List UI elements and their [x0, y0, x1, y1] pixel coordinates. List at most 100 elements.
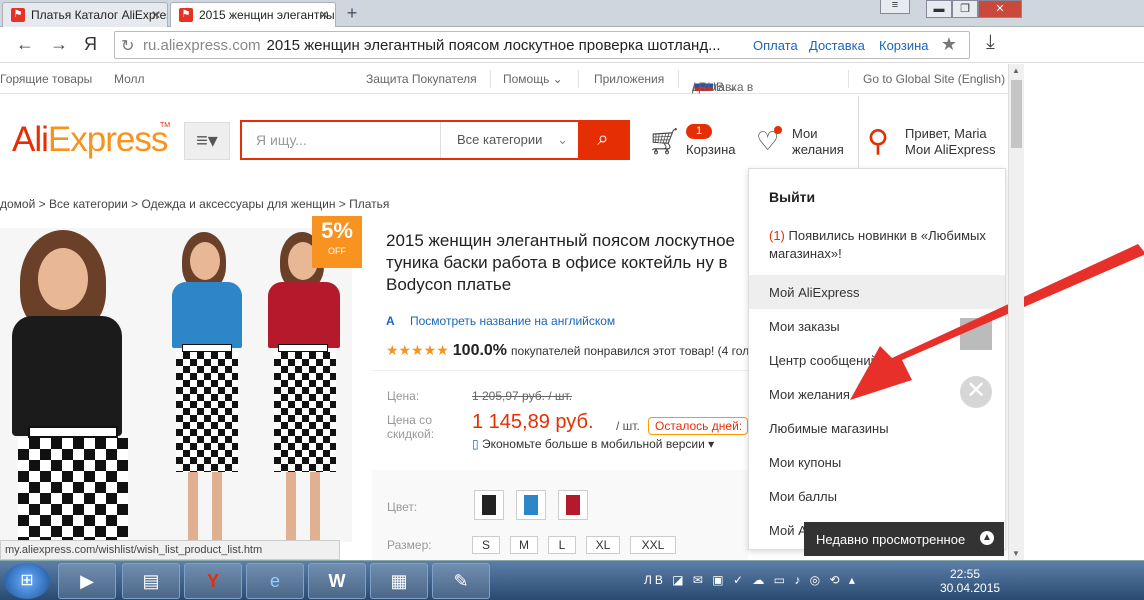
my-aliexpress-link[interactable]: Мои AliExpress — [905, 142, 996, 158]
tab-product[interactable]: ⚑ 2015 женщин элегантный ✕ — [170, 2, 336, 28]
address-bar-row: ← → Я ↻ ru.aliexpress.com 2015 женщин эле… — [0, 27, 1144, 63]
cart-link[interactable]: Корзина — [686, 142, 736, 157]
rating-percent: 100.0% — [452, 342, 508, 359]
back-arrow-icon[interactable]: ← — [16, 34, 34, 55]
taskbar-explorer[interactable]: ▤ — [122, 563, 180, 599]
yandex-icon[interactable]: Я — [84, 34, 97, 55]
aliexpress-logo[interactable]: AliExpress — [12, 120, 168, 160]
menu-my-points[interactable]: Мои баллы — [749, 479, 1005, 513]
rating-stars-icon: ★★★★★ — [386, 342, 449, 358]
chevron-down-icon: ⌄ — [557, 132, 568, 147]
help-menu[interactable]: Помощь ⌄ — [503, 72, 563, 86]
minimize-button[interactable]: ▬ — [926, 0, 952, 18]
sale-price: 1 145,89 руб. — [472, 411, 594, 433]
trademark-mark: TM — [160, 122, 171, 129]
search-category-select[interactable]: Все категории ⌄ — [440, 122, 578, 158]
reload-icon[interactable]: ↻ — [121, 36, 134, 56]
site-top-bar: Горящие товары Молл Защита Покупателя По… — [0, 64, 1008, 94]
search-button[interactable]: ⌕ — [578, 122, 628, 158]
menu-my-coupons[interactable]: Мои купоны — [749, 445, 1005, 479]
search-icon: ⌕ — [597, 128, 609, 150]
url-bar[interactable]: ↻ ru.aliexpress.com 2015 женщин элегантны… — [114, 31, 970, 59]
quick-link-payment[interactable]: Оплата — [753, 38, 798, 53]
search-bar: Я ищу... Все категории ⌄ ⌕ — [240, 120, 630, 160]
taskbar-paint[interactable]: ✎ — [432, 563, 490, 599]
sale-price-label: Цена со скидкой: — [387, 413, 435, 441]
product-image-gallery[interactable] — [0, 228, 352, 542]
size-option-xl[interactable]: XL — [586, 536, 620, 554]
quick-link-cart[interactable]: Корзина — [879, 38, 929, 53]
scroll-up-arrow-icon[interactable]: ▲ — [1012, 66, 1020, 75]
user-dropdown-menu: Выйти (1) Появились новинки в «Любимых м… — [748, 168, 1006, 550]
taskbar-media-player[interactable]: ▶ — [58, 563, 116, 599]
title-line: 2015 женщин элегантный поясом лоскутное — [386, 231, 736, 250]
restore-button[interactable]: ❐ — [952, 0, 978, 18]
side-panel-button[interactable] — [960, 318, 992, 350]
buyer-protection-link[interactable]: Защита Покупателя — [366, 72, 477, 86]
scroll-down-arrow-icon[interactable]: ▼ — [1012, 549, 1020, 558]
wishlist-link[interactable]: Мои желания — [792, 126, 852, 158]
color-swatch-blue[interactable] — [516, 490, 546, 520]
browser-menu-button[interactable]: ≡ — [880, 0, 910, 14]
category-menu-button[interactable]: ≡▾ — [184, 122, 230, 160]
window-close-button[interactable]: ✕ — [978, 0, 1022, 18]
mall-link[interactable]: Молл — [114, 72, 145, 86]
search-input[interactable]: Я ищу... — [256, 132, 307, 148]
currency-label: / RUB ⌄ — [692, 80, 738, 94]
color-swatch-black[interactable] — [474, 490, 504, 520]
size-option-xxl[interactable]: XXL — [630, 536, 676, 554]
new-tab-button[interactable]: + — [340, 4, 364, 24]
new-items-notice[interactable]: (1) Появились новинки в «Любимых магазин… — [769, 227, 989, 263]
mobile-savings-link[interactable]: ▯ Экономьте больше в мобильной версии ▾ — [472, 437, 714, 451]
browser-tab-strip: ⚑ Платья Каталог AliExpress ✕ ⚑ 2015 жен… — [0, 0, 1144, 28]
menu-my-aliexpress[interactable]: Мой AliExpress — [749, 275, 1005, 309]
page-scrollbar[interactable]: ▲ ▼ — [1008, 64, 1024, 560]
color-swatch-red[interactable] — [558, 490, 588, 520]
start-button[interactable]: ⊞ — [4, 563, 50, 599]
taskbar-calculator[interactable]: ▦ — [370, 563, 428, 599]
close-icon[interactable]: ✕ — [960, 376, 992, 408]
recently-viewed-bar[interactable]: Недавно просмотренное ▲ — [804, 522, 1004, 556]
global-site-link[interactable]: Go to Global Site (English) — [863, 72, 1005, 86]
old-price: 1 205,97 руб. / шт. — [472, 389, 573, 403]
price-unit: / шт. — [616, 419, 640, 433]
taskbar-word[interactable]: W — [308, 563, 366, 599]
system-tray[interactable]: ЛВ ◪ ✉ ▣ ✓ ☁ ▭ ♪ ◎ ⟲ ▴ — [644, 573, 858, 587]
cart-icon[interactable]: 🛒︎ — [648, 126, 681, 157]
hot-products-link[interactable]: Горящие товары — [0, 72, 92, 86]
forward-arrow-icon[interactable]: → — [50, 34, 68, 55]
paint-icon: ✎ — [453, 571, 469, 591]
logout-link[interactable]: Выйти — [769, 189, 815, 205]
product-photo-black — [0, 228, 150, 542]
product-photo-red — [252, 228, 352, 542]
bookmark-star-icon[interactable]: ★ — [941, 34, 957, 55]
scrollbar-thumb[interactable] — [1011, 80, 1022, 148]
logo-part-express: Express — [47, 120, 168, 159]
translate-title-link[interactable]: A Посмотреть название на английском — [386, 314, 615, 328]
taskbar-ie[interactable]: e — [246, 563, 304, 599]
system-clock[interactable]: 22:55 30.04.2015 — [940, 567, 1000, 595]
url-page-title: 2015 женщин элегантный поясом лоскутное … — [266, 37, 721, 54]
size-option-m[interactable]: M — [510, 536, 538, 554]
size-option-l[interactable]: L — [548, 536, 576, 554]
close-tab-icon[interactable]: ✕ — [151, 8, 161, 22]
url-domain: ru.aliexpress.com — [143, 37, 261, 54]
internet-explorer-icon: e — [269, 571, 280, 591]
language-indicator[interactable]: ЛВ — [644, 573, 666, 587]
taskbar-yandex-browser[interactable]: Y — [184, 563, 242, 599]
color-label: Цвет: — [387, 500, 418, 514]
menu-favorite-stores[interactable]: Любимые магазины — [749, 411, 1005, 445]
translate-icon: A — [386, 314, 395, 328]
status-bar-url: my.aliexpress.com/wishlist/wish_list_pro… — [0, 540, 340, 560]
price-box: Цена: 1 205,97 руб. / шт. Цена со скидко… — [372, 370, 748, 460]
notice-count: (1) — [769, 228, 785, 243]
days-left-badge: Осталось дней: — [648, 417, 748, 435]
size-option-s[interactable]: S — [472, 536, 500, 554]
breadcrumb[interactable]: домой > Все категории > Одежда и аксессу… — [0, 197, 389, 211]
search-category-label: Все категории — [457, 132, 543, 147]
tab-dresses-catalog[interactable]: ⚑ Платья Каталог AliExpress ✕ — [2, 2, 168, 27]
quick-link-delivery[interactable]: Доставка — [809, 38, 865, 53]
close-tab-icon[interactable]: ✕ — [319, 8, 329, 22]
download-icon[interactable]: ⤓ — [986, 31, 995, 54]
apps-link[interactable]: Приложения — [594, 72, 664, 86]
